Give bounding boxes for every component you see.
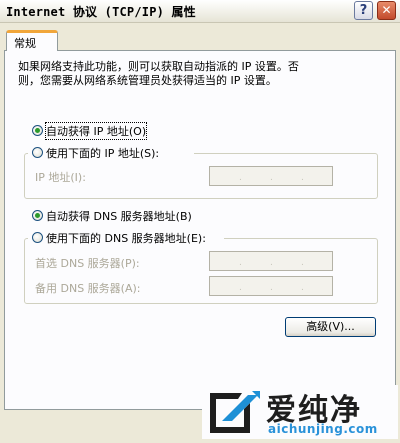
description-line-2: 则，您需要从网络系统管理员处获得适当的 IP 设置。 — [18, 74, 277, 87]
close-button[interactable]: ✕ — [377, 1, 396, 20]
description-line-1: 如果网络支持此功能，则可以获取自动指派的 IP 设置。否 — [18, 60, 299, 73]
watermark-logo-icon — [210, 391, 260, 433]
ip-auto-radio[interactable] — [32, 125, 43, 136]
title-bar: Internet 协议 (TCP/IP) 属性 ? ✕ — [0, 0, 400, 23]
dns-manual-radio[interactable] — [32, 232, 43, 243]
preferred-dns-label: 首选 DNS 服务器(P): — [35, 257, 140, 270]
advanced-button[interactable]: 高级(V)... — [285, 317, 376, 337]
preferred-dns-field[interactable]: ... — [209, 251, 333, 271]
dns-auto-radio[interactable] — [32, 210, 43, 221]
watermark: 爱纯净 aichunjing.com — [202, 385, 398, 439]
dns-manual-label[interactable]: 使用下面的 DNS 服务器地址(E): — [46, 230, 206, 246]
window-title: Internet 协议 (TCP/IP) 属性 — [6, 5, 196, 19]
ip-auto-label[interactable]: 自动获得 IP 地址(O) — [44, 122, 148, 140]
tab-general-label: 常规 — [14, 37, 36, 50]
alternate-dns-field[interactable]: ... — [209, 276, 333, 296]
help-button[interactable]: ? — [354, 1, 373, 20]
dns-auto-label[interactable]: 自动获得 DNS 服务器地址(B) — [46, 208, 192, 224]
ip-address-label: IP 地址(I): — [35, 171, 86, 184]
ip-manual-label[interactable]: 使用下面的 IP 地址(S): — [46, 145, 159, 161]
ip-address-field[interactable]: ... — [209, 166, 333, 186]
ip-manual-radio[interactable] — [32, 147, 43, 158]
tab-general[interactable]: 常规 — [6, 30, 58, 51]
alternate-dns-label: 备用 DNS 服务器(A): — [35, 282, 141, 295]
watermark-domain: aichunjing.com — [268, 422, 378, 436]
